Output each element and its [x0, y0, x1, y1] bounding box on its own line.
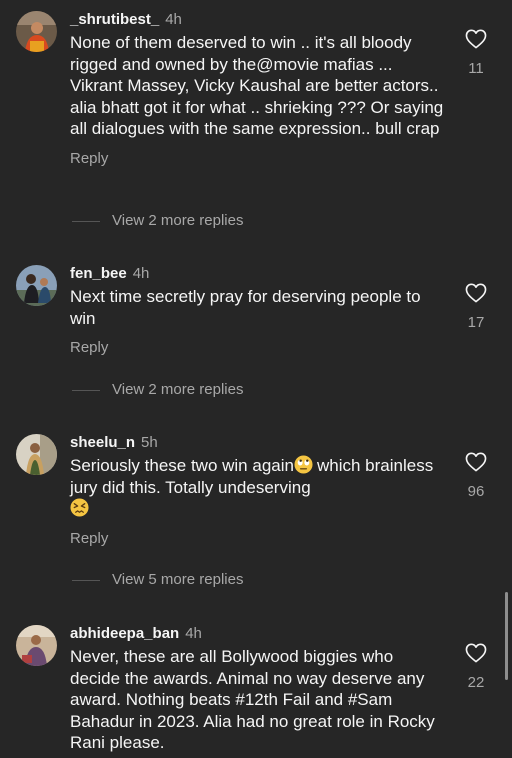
like-count: 22	[467, 674, 485, 691]
avatar[interactable]	[16, 625, 57, 666]
timestamp: 5h	[141, 434, 158, 451]
view-more-replies-label: View 2 more replies	[112, 381, 244, 398]
divider-line	[72, 579, 100, 581]
comment-header: fen_bee 4h	[70, 264, 445, 284]
like-column: 96	[455, 452, 497, 501]
heart-icon[interactable]	[455, 29, 497, 49]
like-column: 22	[455, 643, 497, 692]
confounded-face-icon	[70, 498, 89, 517]
heart-icon[interactable]	[455, 283, 497, 303]
like-count: 17	[467, 314, 485, 331]
like-count: 11	[468, 60, 484, 77]
comment-text: Seriously these two win again which brain…	[70, 455, 445, 520]
timestamp: 4h	[132, 265, 150, 282]
view-more-replies-button[interactable]: View 2 more replies	[72, 212, 243, 229]
comment-text: Next time secretly pray for deserving pe…	[70, 287, 421, 328]
avatar[interactable]	[16, 11, 57, 52]
comment-header: abhideepa_ban 4h	[70, 624, 445, 644]
view-more-replies-label: View 5 more replies	[112, 571, 244, 588]
username[interactable]: abhideepa_ban	[70, 625, 179, 642]
face-with-rolling-eyes-icon	[294, 455, 313, 474]
like-count: 96	[467, 483, 485, 500]
like-column: 17	[455, 283, 497, 332]
divider-line	[72, 220, 100, 222]
comment-text: None of them deserved to win .. it's all…	[70, 33, 444, 138]
divider-line	[72, 389, 100, 391]
reply-button[interactable]: Reply	[70, 529, 445, 549]
view-more-replies-button[interactable]: View 5 more replies	[72, 571, 243, 588]
reply-button[interactable]: Reply	[70, 338, 445, 358]
heart-icon[interactable]	[455, 452, 497, 472]
comment-header: sheelu_n 5h	[70, 433, 445, 453]
like-column: 11	[455, 29, 497, 78]
heart-icon[interactable]	[455, 643, 497, 663]
timestamp: 4h	[165, 11, 182, 28]
username[interactable]: sheelu_n	[70, 434, 135, 451]
view-more-replies-button[interactable]: View 2 more replies	[72, 381, 243, 398]
comment-text: Never, these are all Bollywood biggies w…	[70, 647, 435, 752]
comment-header: _shrutibest_ 4h	[70, 10, 445, 30]
comment-text-part: Seriously these two win again	[70, 456, 294, 475]
scrollbar[interactable]	[505, 592, 508, 680]
avatar[interactable]	[16, 265, 57, 306]
avatar[interactable]	[16, 434, 57, 475]
reply-button[interactable]: Reply	[70, 149, 445, 169]
view-more-replies-label: View 2 more replies	[112, 212, 244, 229]
username[interactable]: fen_bee	[70, 265, 127, 282]
username[interactable]: _shrutibest_	[70, 11, 159, 28]
timestamp: 4h	[185, 625, 202, 642]
